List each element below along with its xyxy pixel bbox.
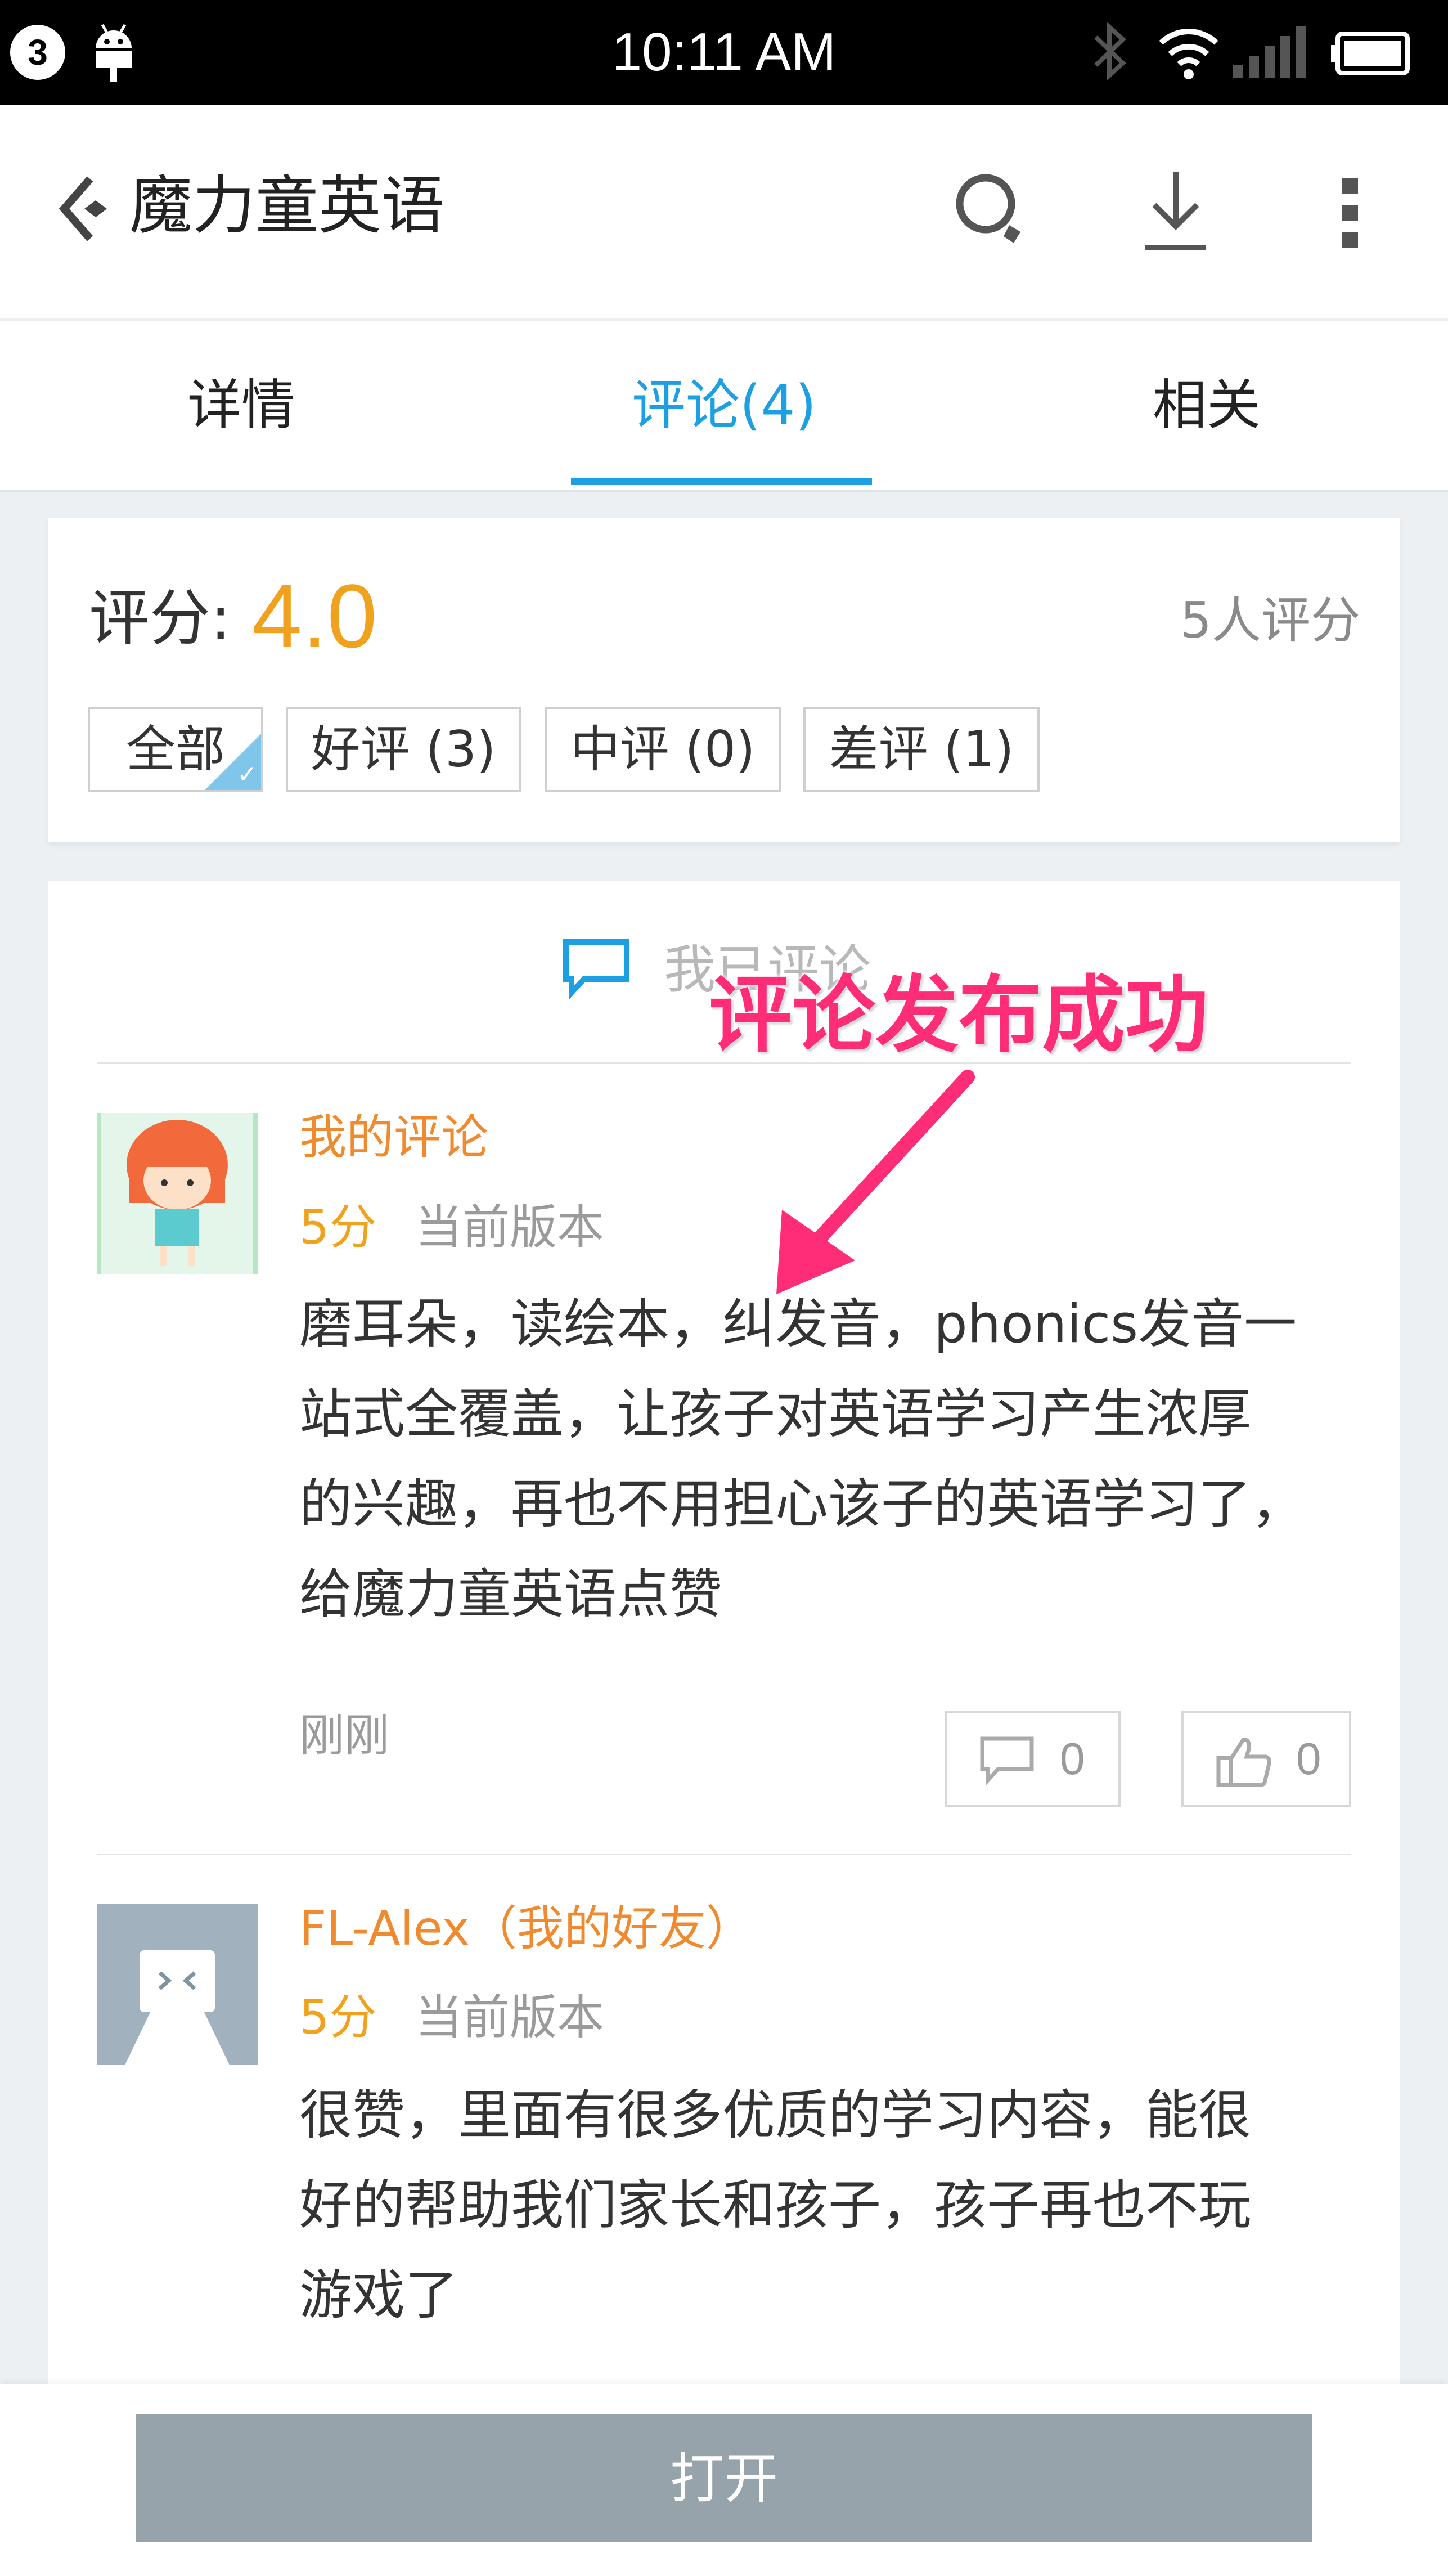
filter-all[interactable]: 全部 ✓ [88, 707, 263, 792]
reply-count: 0 [1060, 1734, 1085, 1784]
comment-author[interactable]: FL-Alex（我的好友） [299, 1897, 753, 1959]
filter-neutral[interactable]: 中评 (0) [545, 707, 781, 792]
comment-text: 很赞，里面有很多优质的学习内容，能很 好的帮助我们家长和孩子，孩子再也不玩 游戏… [299, 2071, 1368, 2341]
tab-details[interactable]: 详情 [0, 371, 483, 439]
annotation-label: 评论发布成功 [709, 967, 1208, 1063]
comment-version: 当前版本 [415, 1200, 605, 1255]
comment-line: 好的帮助我们家长和孩子，孩子再也不玩 [299, 2175, 1252, 2236]
open-button[interactable]: 打开 [136, 2414, 1312, 2542]
status-bar: 3 10:11 AM [0, 0, 1448, 105]
like-button[interactable]: 0 [1181, 1711, 1351, 1807]
active-tab-indicator [571, 478, 872, 485]
app-title: 魔力童英语 [129, 169, 444, 243]
cartoon-girl-avatar [97, 1113, 258, 1274]
avatar[interactable] [97, 1113, 258, 1274]
like-count: 0 [1296, 1734, 1321, 1784]
rating-count: 5人评分 [1180, 591, 1360, 649]
rating-label: 评分: [89, 584, 231, 654]
rating-value: 4.0 [252, 566, 377, 666]
comment-bubble-icon [980, 1736, 1034, 1786]
comment-line: 站式全覆盖，让孩子对英语学习产生浓厚 [299, 1384, 1252, 1445]
download-icon[interactable] [1142, 167, 1209, 257]
back-icon[interactable] [56, 172, 118, 245]
signal-icon [1233, 26, 1306, 78]
comments-card: 我已评论 我的评论 5分 当前版本 磨耳朵，读绘本，纠发音，phonics发音一… [48, 881, 1400, 2400]
default-avatar [97, 1904, 258, 2065]
annotation-arrow [776, 1070, 975, 1294]
comment-version: 当前版本 [415, 1990, 605, 2045]
comment-bubble-icon [563, 939, 629, 999]
comment-line: 很赞，里面有很多优质的学习内容，能很 [299, 2085, 1252, 2146]
comment-score: 5分 [299, 1990, 377, 2045]
comment-author[interactable]: 我的评论 [299, 1106, 488, 1168]
tab-comments[interactable]: 评论(4) [483, 371, 965, 439]
divider [97, 1854, 1351, 1855]
comment-line: 的兴趣，再也不用担心该子的英语学习了， [299, 1474, 1305, 1535]
tab-bar: 详情 评论(4) 相关 [0, 321, 1448, 492]
rating-card: 评分: 4.0 5人评分 全部 ✓ 好评 (3) 中评 (0) 差评 (1) [48, 518, 1400, 842]
avatar[interactable] [97, 1904, 258, 2065]
thumbs-up-icon [1216, 1738, 1271, 1787]
check-icon: ✓ [237, 760, 258, 789]
comment-score: 5分 [299, 1200, 377, 1255]
filter-negative[interactable]: 差评 (1) [803, 707, 1040, 792]
filter-positive[interactable]: 好评 (3) [286, 707, 521, 792]
comment-time: 刚刚 [299, 1709, 389, 1762]
comment-text: 磨耳朵，读绘本，纠发音，phonics发音一 站式全覆盖，让孩子对英语学习产生浓… [299, 1280, 1368, 1640]
app-bar: 魔力童英语 [0, 105, 1448, 318]
battery-icon [1331, 32, 1410, 75]
bluetooth-icon [1094, 21, 1126, 81]
comment-line: 游戏了 [299, 2265, 458, 2326]
bottom-bar: 打开 [0, 2384, 1448, 2576]
comment-line: 给魔力童英语点赞 [299, 1564, 723, 1625]
search-icon[interactable] [951, 169, 1035, 253]
tab-related[interactable]: 相关 [965, 371, 1448, 439]
reply-button[interactable]: 0 [945, 1711, 1121, 1807]
more-icon[interactable] [1339, 176, 1361, 249]
wifi-icon [1159, 28, 1218, 79]
